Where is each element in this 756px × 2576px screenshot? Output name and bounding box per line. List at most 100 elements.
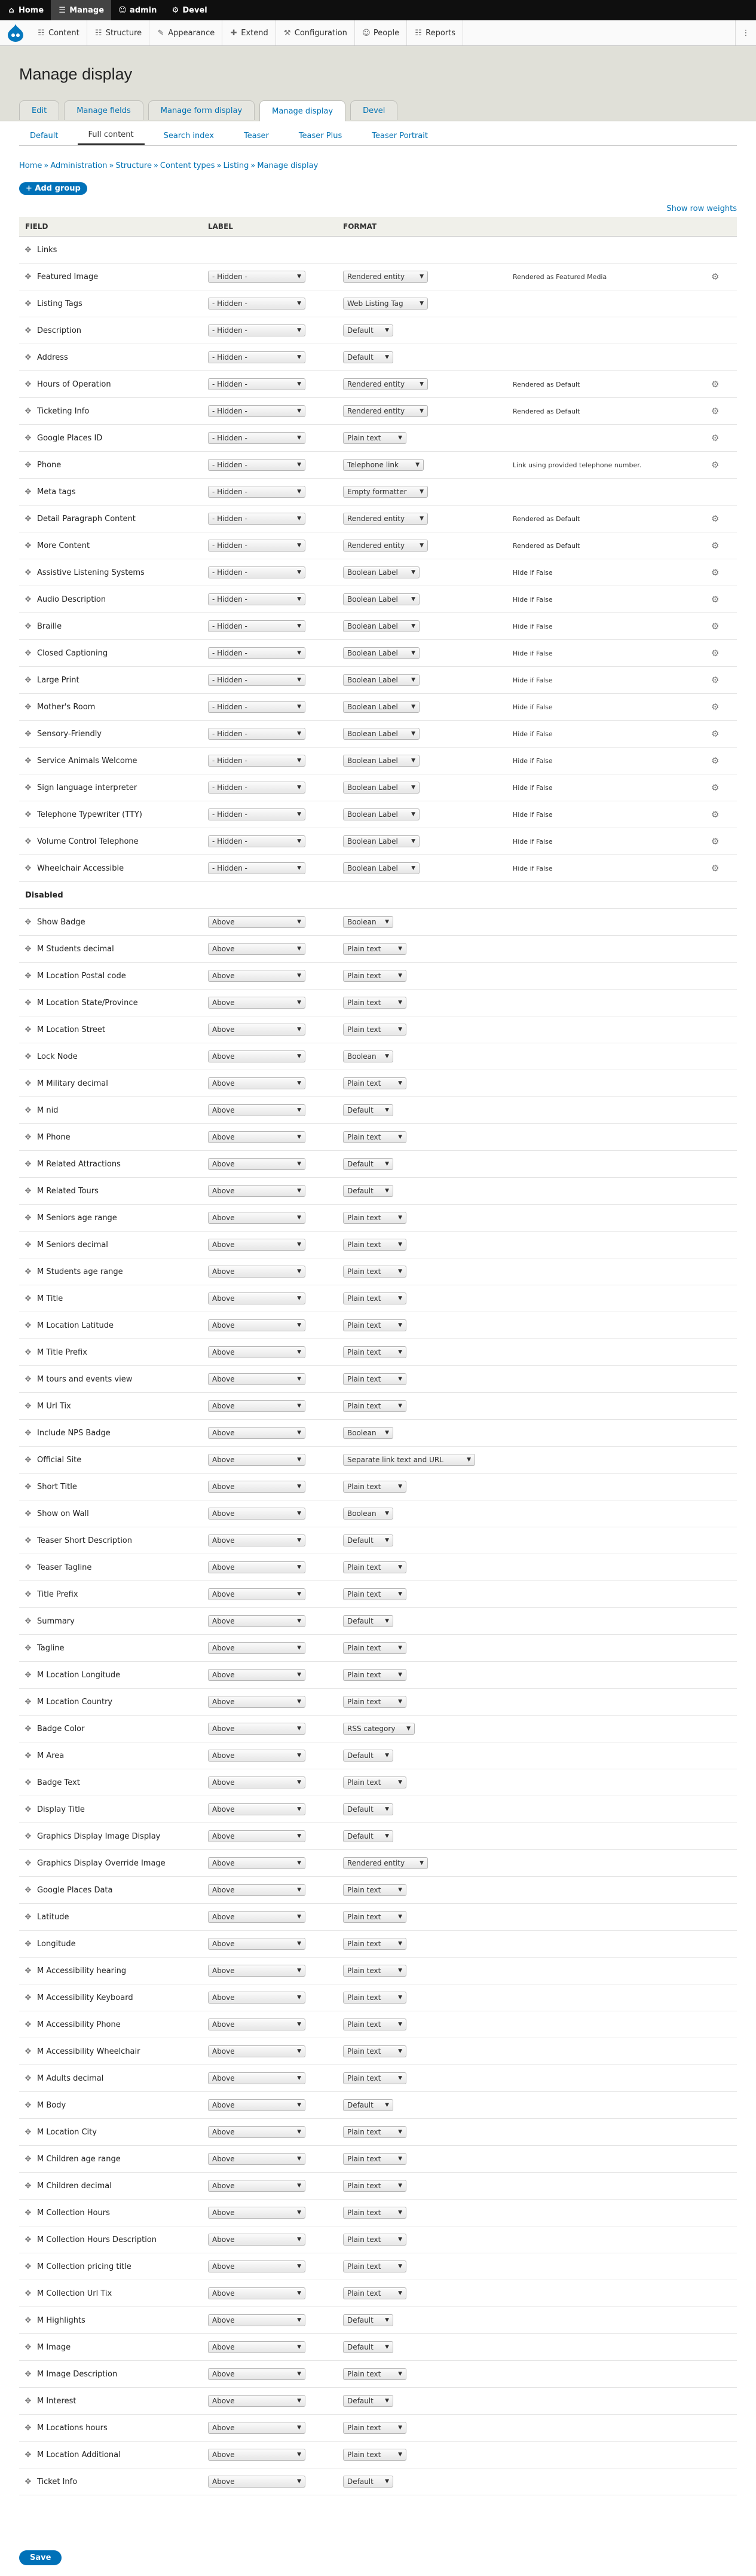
- label-select[interactable]: Above ▼: [208, 1373, 305, 1385]
- format-select[interactable]: Default ▼: [343, 1803, 393, 1815]
- format-select[interactable]: Boolean Label ▼: [343, 620, 420, 632]
- label-select[interactable]: - Hidden - ▼: [208, 513, 305, 525]
- label-select[interactable]: - Hidden - ▼: [208, 674, 305, 686]
- drag-handle-icon[interactable]: ✥: [19, 1940, 37, 1949]
- gear-icon[interactable]: ⚙: [711, 567, 719, 578]
- drag-handle-icon[interactable]: ✥: [19, 407, 37, 416]
- label-select[interactable]: Above ▼: [208, 1776, 305, 1788]
- format-select[interactable]: Rendered entity ▼: [343, 540, 428, 552]
- format-select[interactable]: Plain text ▼: [343, 1266, 406, 1278]
- drag-handle-icon[interactable]: ✥: [19, 461, 37, 470]
- tray-item-structure[interactable]: ☷ Structure: [87, 20, 150, 45]
- drag-handle-icon[interactable]: ✥: [19, 595, 37, 604]
- drag-handle-icon[interactable]: ✥: [19, 703, 37, 712]
- gear-icon[interactable]: ⚙: [711, 702, 719, 712]
- drag-handle-icon[interactable]: ✥: [19, 2316, 37, 2325]
- drag-handle-icon[interactable]: ✥: [19, 837, 37, 846]
- drag-handle-icon[interactable]: ✥: [19, 1698, 37, 1707]
- label-select[interactable]: Above ▼: [208, 2449, 305, 2461]
- drag-handle-icon[interactable]: ✥: [19, 1025, 37, 1034]
- label-select[interactable]: Above ▼: [208, 1669, 305, 1681]
- label-select[interactable]: - Hidden - ▼: [208, 459, 305, 471]
- drag-handle-icon[interactable]: ✥: [19, 1375, 37, 1384]
- format-select[interactable]: Default ▼: [343, 324, 393, 336]
- drag-handle-icon[interactable]: ✥: [19, 272, 37, 281]
- drag-handle-icon[interactable]: ✥: [19, 1563, 37, 1572]
- drag-handle-icon[interactable]: ✥: [19, 756, 37, 765]
- format-select[interactable]: Default ▼: [343, 2314, 393, 2326]
- label-select[interactable]: Above ▼: [208, 1508, 305, 1520]
- format-select[interactable]: Plain text ▼: [343, 1669, 406, 1681]
- gear-icon[interactable]: ⚙: [711, 648, 719, 658]
- label-select[interactable]: Above ▼: [208, 2341, 305, 2353]
- format-select[interactable]: Empty formatter ▼: [343, 486, 428, 498]
- label-select[interactable]: - Hidden - ▼: [208, 351, 305, 363]
- format-select[interactable]: Rendered entity ▼: [343, 513, 428, 525]
- label-select[interactable]: Above ▼: [208, 2180, 305, 2192]
- tray-item-reports[interactable]: ☷ Reports: [407, 20, 463, 45]
- format-select[interactable]: Plain text ▼: [343, 1319, 406, 1331]
- drag-handle-icon[interactable]: ✥: [19, 434, 37, 443]
- format-select[interactable]: Plain text ▼: [343, 1696, 406, 1708]
- gear-icon[interactable]: ⚙: [711, 836, 719, 847]
- drag-handle-icon[interactable]: ✥: [19, 945, 37, 954]
- label-select[interactable]: Above ▼: [208, 1077, 305, 1089]
- drag-handle-icon[interactable]: ✥: [19, 1617, 37, 1626]
- subtab-default[interactable]: Default: [19, 126, 69, 145]
- drag-handle-icon[interactable]: ✥: [19, 972, 37, 981]
- drag-handle-icon[interactable]: ✥: [19, 2128, 37, 2137]
- label-select[interactable]: Above ▼: [208, 1561, 305, 1573]
- label-select[interactable]: Above ▼: [208, 916, 305, 928]
- drag-handle-icon[interactable]: ✥: [19, 299, 37, 308]
- format-select[interactable]: Boolean ▼: [343, 916, 393, 928]
- drag-handle-icon[interactable]: ✥: [19, 1133, 37, 1142]
- drag-handle-icon[interactable]: ✥: [19, 1751, 37, 1760]
- format-select[interactable]: Boolean Label ▼: [343, 862, 420, 874]
- format-select[interactable]: Rendered entity ▼: [343, 1857, 428, 1869]
- label-select[interactable]: Above ▼: [208, 2072, 305, 2084]
- label-select[interactable]: Above ▼: [208, 1427, 305, 1439]
- subtab-search-index[interactable]: Search index: [153, 126, 225, 145]
- format-select[interactable]: Plain text ▼: [343, 1884, 406, 1896]
- drag-handle-icon[interactable]: ✥: [19, 326, 37, 335]
- format-select[interactable]: Plain text ▼: [343, 2180, 406, 2192]
- format-select[interactable]: RSS category ▼: [343, 1723, 415, 1735]
- label-select[interactable]: Above ▼: [208, 1400, 305, 1412]
- format-select[interactable]: Plain text ▼: [343, 1938, 406, 1950]
- gear-icon[interactable]: ⚙: [711, 675, 719, 685]
- drag-handle-icon[interactable]: ✥: [19, 2155, 37, 2164]
- format-select[interactable]: Boolean Label ▼: [343, 808, 420, 820]
- label-select[interactable]: Above ▼: [208, 2234, 305, 2246]
- drag-handle-icon[interactable]: ✥: [19, 1294, 37, 1303]
- format-select[interactable]: Plain text ▼: [343, 2153, 406, 2165]
- tab-devel[interactable]: Devel: [350, 100, 398, 120]
- drag-handle-icon[interactable]: ✥: [19, 1671, 37, 1680]
- drag-handle-icon[interactable]: ✥: [19, 2020, 37, 2029]
- drag-handle-icon[interactable]: ✥: [19, 1832, 37, 1841]
- drag-handle-icon[interactable]: ✥: [19, 1321, 37, 1330]
- gear-icon[interactable]: ⚙: [711, 782, 719, 793]
- breadcrumb-link[interactable]: Structure: [115, 161, 151, 170]
- gear-icon[interactable]: ⚙: [711, 621, 719, 632]
- add-group-button[interactable]: + Add group: [19, 182, 87, 195]
- label-select[interactable]: Above ▼: [208, 1723, 305, 1735]
- format-select[interactable]: Rendered entity ▼: [343, 378, 428, 390]
- gear-icon[interactable]: ⚙: [711, 755, 719, 766]
- drag-handle-icon[interactable]: ✥: [19, 783, 37, 792]
- label-select[interactable]: Above ▼: [208, 970, 305, 982]
- label-select[interactable]: Above ▼: [208, 1534, 305, 1546]
- format-select[interactable]: Default ▼: [343, 1615, 393, 1627]
- label-select[interactable]: Above ▼: [208, 997, 305, 1009]
- label-select[interactable]: - Hidden - ▼: [208, 324, 305, 336]
- format-select[interactable]: Plain text ▼: [343, 1992, 406, 2004]
- label-select[interactable]: Above ▼: [208, 2422, 305, 2434]
- format-select[interactable]: Boolean Label ▼: [343, 835, 420, 847]
- label-select[interactable]: Above ▼: [208, 1481, 305, 1493]
- format-select[interactable]: Plain text ▼: [343, 1292, 406, 1304]
- gear-icon[interactable]: ⚙: [711, 728, 719, 739]
- format-select[interactable]: Boolean Label ▼: [343, 647, 420, 659]
- drag-handle-icon[interactable]: ✥: [19, 1214, 37, 1223]
- drag-handle-icon[interactable]: ✥: [19, 918, 37, 927]
- toolbar-item-admin[interactable]: ☺ admin: [111, 0, 164, 20]
- label-select[interactable]: Above ▼: [208, 1938, 305, 1950]
